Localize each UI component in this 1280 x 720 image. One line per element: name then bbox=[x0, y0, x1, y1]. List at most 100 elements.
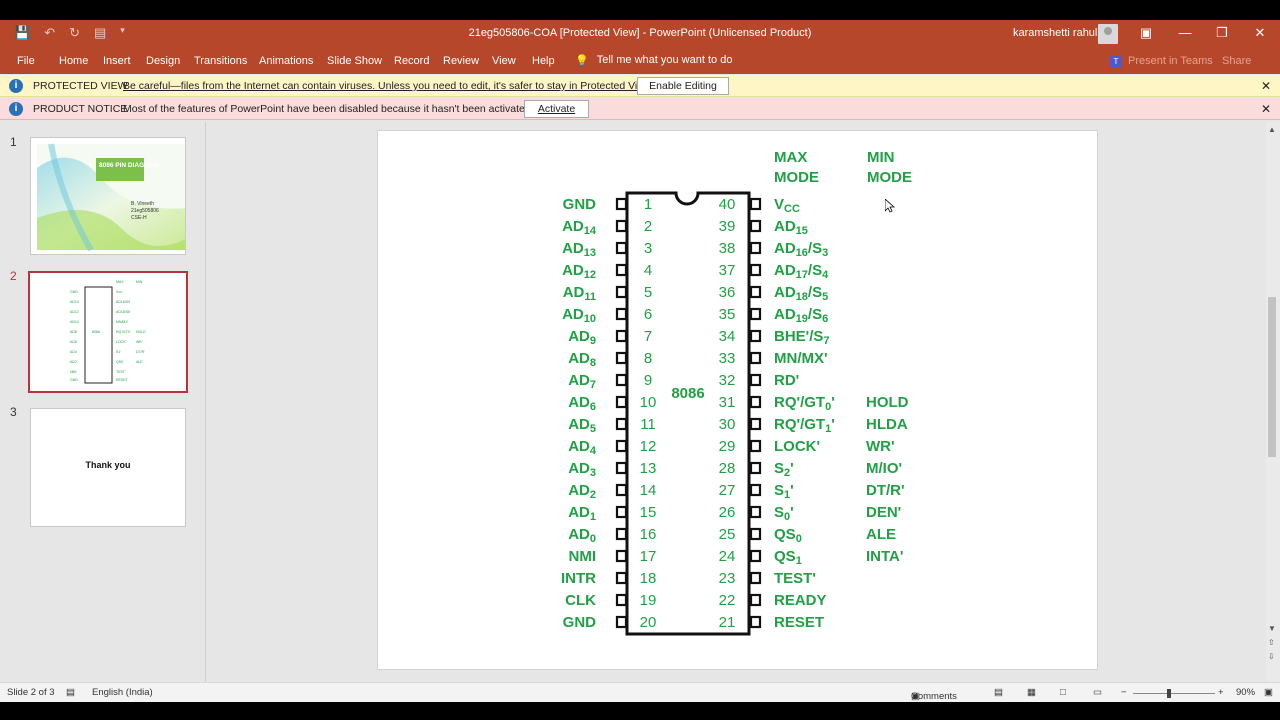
svg-text:MIN: MIN bbox=[136, 280, 143, 284]
ribbon-display-options-icon[interactable]: ▣ bbox=[1137, 24, 1155, 42]
minimize-icon[interactable]: — bbox=[1176, 24, 1194, 42]
pin-diagram: 80861GND2AD143AD134AD125AD116AD107AD98AD… bbox=[561, 149, 912, 636]
protected-view-message[interactable]: Be careful—files from the Internet can c… bbox=[123, 80, 653, 92]
tell-me-search[interactable]: 💡 Tell me what you want to do bbox=[575, 54, 732, 67]
zoom-slider[interactable] bbox=[1133, 693, 1215, 694]
tab-record[interactable]: Record bbox=[394, 55, 429, 67]
scroll-down-icon[interactable]: ▼ bbox=[1268, 624, 1276, 633]
tab-review[interactable]: Review bbox=[443, 55, 479, 67]
slide-thumbnail-1[interactable]: 8086 PIN DIAGRAM B. Vineeth 21eg505806 C… bbox=[30, 137, 186, 255]
pin-number: 31 bbox=[719, 394, 736, 411]
pin-pad bbox=[615, 285, 628, 299]
pin-pad bbox=[615, 483, 628, 497]
tab-insert[interactable]: Insert bbox=[103, 55, 131, 67]
slide-canvas[interactable]: 8086 1 GND 2 AD14 3 AD13 4 AD12 5 AD11 6 AD10 7 AD9 8 AD… bbox=[377, 130, 1098, 670]
avatar[interactable] bbox=[1098, 24, 1118, 44]
tab-animations[interactable]: Animations bbox=[259, 55, 313, 67]
pin-number: 38 bbox=[719, 240, 736, 257]
close-icon[interactable]: ✕ bbox=[1251, 24, 1269, 42]
pin-label: AD14 bbox=[562, 218, 597, 237]
svg-text:LOCK': LOCK' bbox=[116, 340, 127, 344]
slide-show-icon[interactable]: ▭ bbox=[1093, 687, 1102, 698]
language-indicator[interactable]: English (India) bbox=[92, 687, 153, 698]
restore-icon[interactable]: ❐ bbox=[1213, 24, 1231, 42]
tab-help[interactable]: Help bbox=[532, 55, 555, 67]
pin-number: 17 bbox=[640, 548, 657, 565]
svg-text:AD14: AD14 bbox=[70, 300, 79, 304]
pin-label: AD5 bbox=[568, 416, 596, 435]
pin-number: 11 bbox=[640, 416, 656, 433]
pin-pad bbox=[615, 263, 628, 277]
tab-transitions[interactable]: Transitions bbox=[194, 55, 247, 67]
pin-number: 28 bbox=[719, 460, 736, 477]
close-icon[interactable]: ✕ bbox=[1261, 79, 1271, 93]
next-slide-icon[interactable]: ⇩ bbox=[1268, 652, 1275, 661]
thumbnail-1-author-line: B. Vineeth bbox=[131, 201, 154, 207]
zoom-out-icon[interactable]: − bbox=[1121, 687, 1127, 698]
tab-design[interactable]: Design bbox=[146, 55, 180, 67]
pin-label: AD11 bbox=[563, 284, 596, 303]
previous-slide-icon[interactable]: ⇧ bbox=[1268, 638, 1275, 647]
pin-label: GND bbox=[563, 614, 597, 631]
normal-view-icon[interactable]: ▤ bbox=[994, 687, 1003, 698]
user-name[interactable]: karamshetti rahul bbox=[1013, 27, 1097, 39]
slide-thumbnail-2[interactable]: GND AD14 AD12 AD10 AD8 AD6 AD4 AD2 NMI GND Vcc A… bbox=[28, 271, 188, 393]
pin-pad bbox=[749, 615, 762, 629]
pin-pad bbox=[615, 439, 628, 453]
powerpoint-window: 💾 ↶ ↻ ▤ ▾ 21eg505806-COA [Protected View… bbox=[0, 0, 1280, 720]
pin-pad bbox=[749, 527, 762, 541]
share-button[interactable]: Share bbox=[1222, 55, 1251, 67]
pin-pad bbox=[749, 395, 762, 409]
pin-pad bbox=[749, 197, 762, 211]
teams-icon: T bbox=[1110, 56, 1122, 68]
close-icon[interactable]: ✕ bbox=[1261, 102, 1271, 116]
pin-number: 5 bbox=[644, 284, 652, 301]
pin-label: AD4 bbox=[568, 438, 597, 457]
slide-sorter-icon[interactable]: ▦ bbox=[1027, 687, 1036, 698]
pin-label: GND bbox=[563, 196, 597, 213]
protected-view-label: PROTECTED VIEW bbox=[33, 80, 128, 92]
pin-pad bbox=[615, 395, 628, 409]
zoom-slider-thumb[interactable] bbox=[1167, 689, 1171, 698]
svg-text:AD10: AD10 bbox=[70, 320, 79, 324]
tab-slide-show[interactable]: Slide Show bbox=[327, 55, 382, 67]
pin-pad bbox=[615, 505, 628, 519]
tab-view[interactable]: View bbox=[492, 55, 516, 67]
spelling-icon[interactable]: ▤ bbox=[66, 687, 75, 698]
svg-text:8086: 8086 bbox=[92, 330, 100, 334]
protected-view-bar: i PROTECTED VIEW Be careful—files from t… bbox=[0, 75, 1280, 97]
svg-text:GND: GND bbox=[70, 290, 78, 294]
thumbnail-number: 3 bbox=[10, 405, 17, 419]
reading-view-icon[interactable]: □ bbox=[1060, 687, 1066, 698]
tab-home[interactable]: Home bbox=[59, 55, 88, 67]
present-in-teams-button[interactable]: T Present in Teams bbox=[1110, 55, 1213, 68]
pin-number: 16 bbox=[640, 526, 657, 543]
pin-pad bbox=[749, 505, 762, 519]
fit-to-window-icon[interactable]: ▣ bbox=[1264, 687, 1273, 698]
pin-label: AD0 bbox=[568, 526, 596, 545]
pin-number: 20 bbox=[640, 614, 657, 631]
enable-editing-button[interactable]: Enable Editing bbox=[637, 77, 729, 95]
pin-pad bbox=[749, 483, 762, 497]
max-mode-header: MAX bbox=[774, 149, 807, 166]
max-mode-label: RD' bbox=[774, 372, 799, 389]
min-mode-label: DEN' bbox=[866, 504, 901, 521]
pin-label: AD10 bbox=[562, 306, 596, 325]
product-notice-label: PRODUCT NOTICE bbox=[33, 103, 128, 115]
scroll-up-icon[interactable]: ▲ bbox=[1268, 125, 1276, 134]
max-mode-label: AD15 bbox=[774, 218, 808, 237]
svg-text:MAX: MAX bbox=[116, 280, 124, 284]
scrollbar-thumb[interactable] bbox=[1268, 297, 1276, 457]
min-mode-label: DT/R' bbox=[866, 482, 905, 499]
lightbulb-icon: 💡 bbox=[575, 55, 589, 67]
max-mode-label: RQ'/GT0' bbox=[774, 394, 835, 413]
pin-number: 34 bbox=[719, 328, 736, 345]
activate-button[interactable]: Activate bbox=[524, 100, 589, 118]
tab-file[interactable]: File bbox=[17, 55, 35, 67]
pin-number: 18 bbox=[640, 570, 657, 587]
zoom-in-icon[interactable]: + bbox=[1218, 687, 1224, 698]
vertical-scrollbar[interactable]: ▲ ▼ ⇧ ⇩ bbox=[1266, 122, 1280, 682]
thumbnail-1-art: 8086 PIN DIAGRAM B. Vineeth 21eg505806 C… bbox=[37, 143, 185, 252]
zoom-level[interactable]: 90% bbox=[1236, 687, 1255, 698]
slide-thumbnail-3[interactable]: Thank you bbox=[30, 408, 186, 527]
